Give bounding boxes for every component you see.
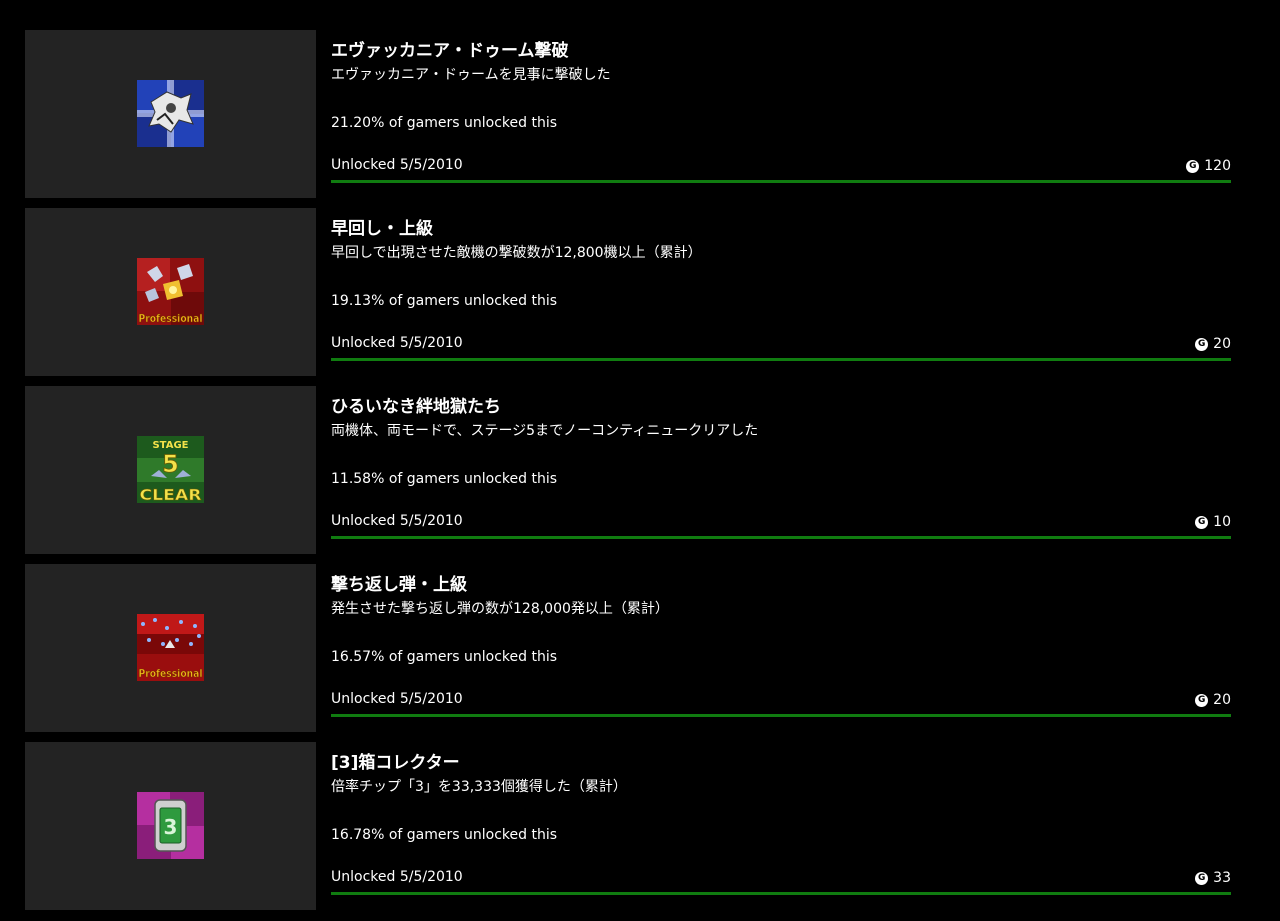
gamerscore-value: 33 xyxy=(1213,870,1231,886)
achievement-description: 早回しで出現させた敵機の撃破数が12,800機以上（累計） xyxy=(331,245,702,261)
professional-label: Professional xyxy=(139,312,203,325)
progress-bar-fill xyxy=(331,180,1231,183)
gamerscore-value: 10 xyxy=(1213,514,1231,530)
professional-bullets-icon: Professional xyxy=(137,614,204,681)
achievement-unlocked-date: Unlocked 5/5/2010 xyxy=(331,691,463,707)
chip-number: 3 xyxy=(164,815,178,839)
gamerscore: G 10 xyxy=(1195,514,1231,530)
achievement-unlocked-date: Unlocked 5/5/2010 xyxy=(331,335,463,351)
achievement-rarity: 16.78% of gamers unlocked this xyxy=(331,827,557,843)
achievement-thumbnail[interactable]: STAGE 5 CLEAR xyxy=(25,386,316,554)
stage-number: 5 xyxy=(162,450,179,478)
stage-clear-icon: STAGE 5 CLEAR xyxy=(137,436,204,503)
gamerscore: G 33 xyxy=(1195,870,1231,886)
achievement-thumbnail[interactable]: Professional xyxy=(25,564,316,732)
achievement-thumbnail[interactable]: Professional xyxy=(25,208,316,376)
gamerscore-value: 20 xyxy=(1213,336,1231,352)
achievement-list: エヴァッカニア・ドゥーム撃破 エヴァッカニア・ドゥームを見事に撃破した 21.2… xyxy=(25,30,1231,920)
chip-3-icon: 3 xyxy=(137,792,204,859)
gamerscore: G 20 xyxy=(1195,692,1231,708)
gamerscore: G 120 xyxy=(1186,158,1231,174)
clear-label: CLEAR xyxy=(140,486,203,503)
achievement-rarity: 16.57% of gamers unlocked this xyxy=(331,649,557,665)
achievement-rarity: 19.13% of gamers unlocked this xyxy=(331,293,557,309)
achievement-row[interactable]: Professional 撃ち返し弾・上級 発生させた撃ち返し弾の数が128,0… xyxy=(25,564,1231,732)
achievement-description: エヴァッカニア・ドゥームを見事に撃破した xyxy=(331,67,611,83)
achievement-row[interactable]: エヴァッカニア・ドゥーム撃破 エヴァッカニア・ドゥームを見事に撃破した 21.2… xyxy=(25,30,1231,198)
gamerscore-icon: G xyxy=(1195,515,1209,529)
progress-bar xyxy=(331,180,1231,183)
achievement-unlocked-date: Unlocked 5/5/2010 xyxy=(331,157,463,173)
achievement-description: 両機体、両モードで、ステージ5までノーコンティニュークリアした xyxy=(331,423,759,439)
achievement-title: 撃ち返し弾・上級 xyxy=(331,575,467,595)
progress-bar-fill xyxy=(331,892,1231,895)
achievement-description: 倍率チップ「3」を33,333個獲得した（累計） xyxy=(331,779,627,795)
gamerscore-icon: G xyxy=(1195,871,1209,885)
achievement-thumbnail[interactable] xyxy=(25,30,316,198)
gamerscore-icon: G xyxy=(1195,337,1209,351)
progress-bar xyxy=(331,358,1231,361)
gamerscore-value: 20 xyxy=(1213,692,1231,708)
achievement-rarity: 11.58% of gamers unlocked this xyxy=(331,471,557,487)
gamerscore: G 20 xyxy=(1195,336,1231,352)
achievement-unlocked-date: Unlocked 5/5/2010 xyxy=(331,513,463,529)
gamerscore-value: 120 xyxy=(1204,158,1231,174)
achievement-row[interactable]: Professional 早回し・上級 早回しで出現させた敵機の撃破数が12,8… xyxy=(25,208,1231,376)
achievement-info: 早回し・上級 早回しで出現させた敵機の撃破数が12,800機以上（累計） 19.… xyxy=(331,208,1231,376)
achievement-row[interactable]: STAGE 5 CLEAR ひるいなき絆地獄たち 両機体、両モードで、ステージ5… xyxy=(25,386,1231,554)
achievement-row[interactable]: 3 [3]箱コレクター 倍率チップ「3」を33,333個獲得した（累計） 16.… xyxy=(25,742,1231,910)
achievement-title: [3]箱コレクター xyxy=(331,753,460,773)
achievement-info: [3]箱コレクター 倍率チップ「3」を33,333個獲得した（累計） 16.78… xyxy=(331,742,1231,910)
professional-label: Professional xyxy=(139,667,203,680)
achievement-title: 早回し・上級 xyxy=(331,219,433,239)
achievement-info: 撃ち返し弾・上級 発生させた撃ち返し弾の数が128,000発以上（累計） 16.… xyxy=(331,564,1231,732)
progress-bar xyxy=(331,714,1231,717)
gamerscore-icon: G xyxy=(1195,693,1209,707)
progress-bar xyxy=(331,536,1231,539)
professional-red-icon: Professional xyxy=(137,258,204,325)
boss-mech-icon xyxy=(137,80,204,147)
achievement-description: 発生させた撃ち返し弾の数が128,000発以上（累計） xyxy=(331,601,669,617)
achievement-thumbnail[interactable]: 3 xyxy=(25,742,316,910)
progress-bar-fill xyxy=(331,358,1231,361)
progress-bar xyxy=(331,892,1231,895)
achievement-info: エヴァッカニア・ドゥーム撃破 エヴァッカニア・ドゥームを見事に撃破した 21.2… xyxy=(331,30,1231,198)
gamerscore-icon: G xyxy=(1186,159,1200,173)
achievement-unlocked-date: Unlocked 5/5/2010 xyxy=(331,869,463,885)
achievement-info: ひるいなき絆地獄たち 両機体、両モードで、ステージ5までノーコンティニュークリア… xyxy=(331,386,1231,554)
progress-bar-fill xyxy=(331,714,1231,717)
achievement-rarity: 21.20% of gamers unlocked this xyxy=(331,115,557,131)
achievement-title: ひるいなき絆地獄たち xyxy=(331,397,501,417)
progress-bar-fill xyxy=(331,536,1231,539)
achievement-title: エヴァッカニア・ドゥーム撃破 xyxy=(331,41,569,61)
